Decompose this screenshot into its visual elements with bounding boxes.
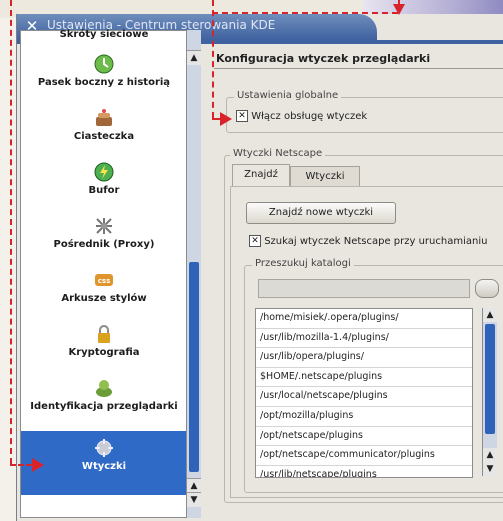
browse-folder-button[interactable] [475, 279, 499, 298]
list-item[interactable]: /usr/lib/opera/plugins/ [256, 348, 472, 368]
checkbox-checked-icon[interactable]: ✕ [249, 235, 261, 247]
arrow-icon [32, 458, 44, 472]
sidebar-item-cookies[interactable]: Ciasteczka [21, 107, 187, 151]
tab-plugins[interactable]: Wtyczki [290, 166, 360, 187]
scroll-up-icon[interactable]: ▲ [483, 448, 497, 462]
arrow-icon [220, 112, 232, 126]
sidebar-item-label: Wtyczki [81, 461, 127, 472]
lock-icon [98, 325, 110, 343]
enable-plugins-checkbox[interactable]: ✕ Włącz obsługę wtyczek [236, 110, 367, 122]
annotation-line [212, 118, 220, 120]
annotation-line [212, 12, 398, 14]
list-item[interactable]: /home/misiek/.opera/plugins/ [256, 309, 472, 329]
scroll-up-icon[interactable]: ▲ [187, 478, 201, 493]
list-item[interactable]: $HOME/.netscape/plugins [256, 368, 472, 388]
svg-text:css: css [98, 277, 110, 285]
plugins-icon [95, 439, 113, 457]
sidebar-item-crypto[interactable]: Kryptografia [21, 323, 187, 367]
sidebar-item-history[interactable]: Pasek boczny z historią [21, 53, 187, 97]
group-label: Ustawienia globalne [234, 90, 342, 101]
page-title: Konfiguracja wtyczek przeglądarki [216, 52, 431, 65]
sidebar-item-label: Identyfikacja przeglądarki [30, 401, 178, 412]
list-item[interactable]: /opt/netscape/communicator/plugins [256, 446, 472, 466]
sidebar-item-label: Kryptografia [68, 347, 140, 358]
scroll-up-icon[interactable]: ▲ [483, 308, 497, 322]
scroll-up-icon[interactable]: ▲ [187, 50, 201, 65]
sidebar-item-label: Ciasteczka [73, 131, 135, 142]
checkbox-label: Włącz obsługę wtyczek [251, 111, 368, 122]
arrow-icon [393, 4, 405, 15]
browser-identification-icon [96, 380, 112, 397]
list-item[interactable]: /usr/local/netscape/plugins [256, 387, 472, 407]
sidebar-item-label: Bufor [88, 185, 120, 196]
annotation-line [212, 0, 214, 118]
sidebar-item-stylesheets[interactable]: css Arkusze stylów [21, 269, 187, 313]
checkbox-label: Szukaj wtyczek Netscape przy uruchamiani… [264, 236, 488, 247]
scan-on-startup-checkbox[interactable]: ✕ Szukaj wtyczek Netscape przy uruchamia… [249, 235, 487, 247]
tab-find[interactable]: Znajdź [232, 164, 290, 187]
find-new-plugins-button[interactable]: Znajdź nowe wtyczki [246, 202, 396, 224]
sidebar-item-label: Pośrednik (Proxy) [53, 239, 155, 250]
sidebar-item-label: Arkusze stylów [61, 293, 147, 304]
sidebar: Skróty sieciowe Pasek boczny z historią … [20, 29, 188, 518]
sidebar-item-proxy[interactable]: Pośrednik (Proxy) [21, 215, 187, 259]
list-item[interactable]: /opt/mozilla/plugins [256, 407, 472, 427]
sidebar-item-label: Skróty sieciowe [59, 29, 149, 40]
annotation-line [10, 464, 32, 466]
folder-list[interactable]: /home/misiek/.opera/plugins/ /usr/lib/mo… [255, 308, 473, 478]
proxy-icon [96, 218, 112, 234]
group-label: Wtyczki Netscape [230, 148, 326, 159]
list-scroll-thumb[interactable] [485, 324, 495, 434]
group-label: Przeszukuj katalogi [252, 258, 354, 269]
sidebar-item-browser-id[interactable]: Identyfikacja przeglądarki [21, 377, 187, 421]
scroll-down-icon[interactable]: ▼ [483, 462, 497, 476]
list-item[interactable]: /usr/lib/mozilla-1.4/plugins/ [256, 329, 472, 349]
cookie-icon [96, 109, 112, 126]
scroll-down-icon[interactable]: ▼ [187, 492, 201, 507]
list-item[interactable]: /usr/lib/netscape/plugins [256, 466, 472, 477]
annotation-line [10, 0, 12, 464]
sidebar-item-cache[interactable]: Bufor [21, 161, 187, 205]
folder-path-input[interactable] [258, 279, 470, 298]
sidebar-item-plugins[interactable]: Wtyczki [21, 431, 187, 495]
list-item[interactable]: /opt/netscape/plugins [256, 427, 472, 447]
divider [214, 68, 503, 69]
history-sidebar-icon [94, 54, 114, 74]
sidebar-scroll-thumb[interactable] [189, 262, 199, 472]
css-icon: css [95, 274, 113, 286]
checkbox-checked-icon[interactable]: ✕ [236, 110, 248, 122]
sidebar-item-network-shortcuts[interactable]: Skróty sieciowe [21, 29, 187, 49]
folder-list-scrollbar[interactable]: ▲ ▲ ▼ [482, 308, 497, 476]
sidebar-item-label: Pasek boczny z historią [37, 77, 171, 88]
sidebar-scrollbar[interactable]: ▲ ▲ ▼ [186, 30, 201, 518]
cache-icon [94, 162, 114, 182]
